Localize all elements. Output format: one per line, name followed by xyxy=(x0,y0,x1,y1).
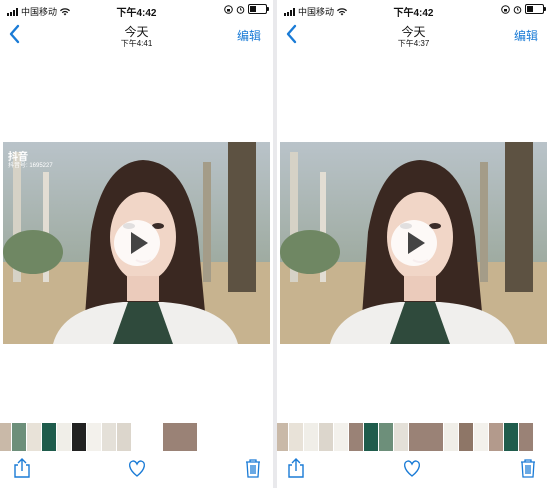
thumbnail[interactable] xyxy=(459,423,473,451)
thumbnail[interactable] xyxy=(364,423,378,451)
thumbnail[interactable] xyxy=(12,423,26,451)
thumbnail[interactable] xyxy=(394,423,408,451)
thumbnail[interactable] xyxy=(289,423,303,451)
thumbnail-selected[interactable] xyxy=(519,423,533,451)
left-phone-screen: 中国移动 下午4:42 今天 下午4:41 编辑 抖音 抖音号: 1695227 xyxy=(0,0,273,488)
heart-icon[interactable] xyxy=(401,457,423,479)
thumbnail[interactable] xyxy=(87,423,101,451)
play-button[interactable] xyxy=(113,220,160,266)
heart-icon[interactable] xyxy=(126,457,148,479)
thumbnail[interactable] xyxy=(319,423,333,451)
navigation-bar: 今天 下午4:41 编辑 xyxy=(0,20,273,50)
share-icon[interactable] xyxy=(11,457,33,479)
thumbnail[interactable] xyxy=(277,423,288,451)
bottom-toolbar xyxy=(0,451,273,488)
navigation-bar: 今天 下午4:37 编辑 xyxy=(277,20,550,50)
thumbnail[interactable] xyxy=(444,423,458,451)
thumbnail[interactable] xyxy=(349,423,363,451)
nav-subtitle: 下午4:37 xyxy=(397,39,430,48)
thumbnail[interactable] xyxy=(489,423,503,451)
thumbnail[interactable] xyxy=(132,423,162,451)
thumbnail[interactable] xyxy=(27,423,41,451)
edit-button[interactable]: 编辑 xyxy=(237,27,261,44)
edit-button[interactable]: 编辑 xyxy=(514,27,538,44)
status-bar: 中国移动 下午4:42 xyxy=(277,0,550,20)
battery-icon xyxy=(248,4,269,14)
thumbnail[interactable] xyxy=(409,423,443,451)
rotation-lock-icon xyxy=(501,4,510,14)
video-thumbnail[interactable]: 抖音 抖音号: 1695227 xyxy=(3,142,270,344)
video-thumbnail[interactable] xyxy=(280,142,547,344)
thumbnail-selected[interactable] xyxy=(163,423,197,451)
thumbnail[interactable] xyxy=(117,423,131,451)
nav-subtitle: 下午4:41 xyxy=(120,39,153,48)
thumbnail[interactable] xyxy=(72,423,86,451)
thumbnail[interactable] xyxy=(42,423,56,451)
thumbnail[interactable] xyxy=(304,423,318,451)
alarm-icon xyxy=(513,5,522,14)
right-phone-screen: 中国移动 下午4:42 今天 下午4:37 编辑 xyxy=(277,0,550,488)
alarm-icon xyxy=(236,5,245,14)
thumbnail[interactable] xyxy=(504,423,518,451)
status-bar: 中国移动 下午4:42 xyxy=(0,0,273,20)
trash-icon[interactable] xyxy=(517,457,539,479)
thumbnail[interactable] xyxy=(102,423,116,451)
thumbnail[interactable] xyxy=(474,423,488,451)
thumbnail[interactable] xyxy=(334,423,348,451)
bottom-toolbar xyxy=(277,451,550,488)
play-button[interactable] xyxy=(390,220,437,266)
tiktok-id: 抖音号: 1695227 xyxy=(8,163,53,169)
battery-icon xyxy=(525,4,546,14)
thumbnail[interactable] xyxy=(379,423,393,451)
thumbnail-strip[interactable] xyxy=(277,423,550,451)
trash-icon[interactable] xyxy=(242,457,264,479)
thumbnail-strip[interactable] xyxy=(0,423,273,451)
thumbnail[interactable] xyxy=(0,423,11,451)
rotation-lock-icon xyxy=(224,4,233,14)
share-icon[interactable] xyxy=(285,457,307,479)
thumbnail[interactable] xyxy=(57,423,71,451)
